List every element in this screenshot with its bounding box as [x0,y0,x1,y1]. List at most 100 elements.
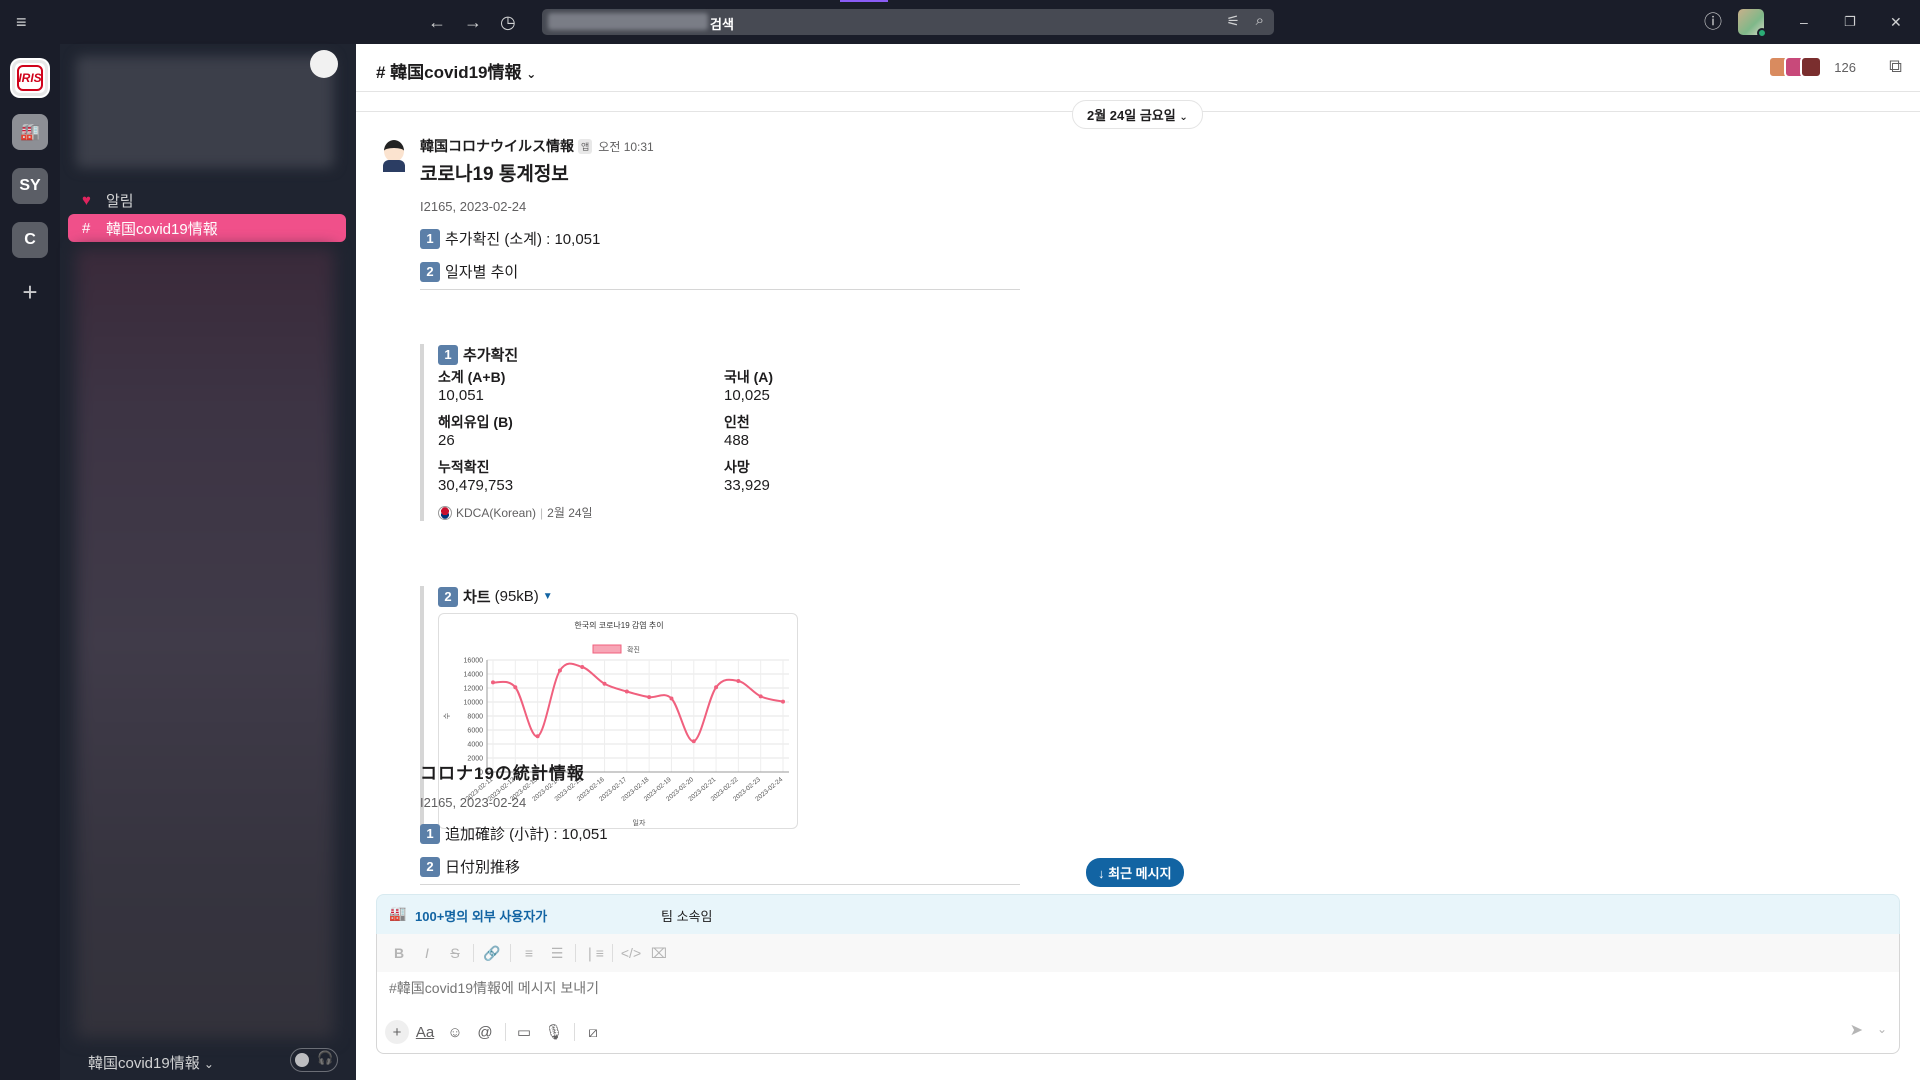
title-bar: ≡ ← → ◷ 검색 ⚟ ⌕ ⓘ – ❐ ✕ [0,0,1920,44]
mention-icon[interactable]: @ [471,1018,499,1046]
user-avatar[interactable] [1738,9,1767,38]
data-point [647,695,652,700]
microphone-icon[interactable]: 🎙 [540,1018,568,1046]
attachment-footer: KDCA(Korean) | 2월 24일 [438,504,1000,521]
data-point [736,679,741,683]
minimize-button[interactable]: – [1800,0,1808,44]
banner-text: 팀 소속임 [661,909,713,924]
message-input[interactable] [389,980,1869,996]
hamburger-icon[interactable]: ≡ [16,0,27,44]
y-tick-label: 4000 [467,742,483,749]
canvas-icon[interactable]: ⧉ [1889,56,1902,77]
data-point [781,699,785,704]
composer-actions: + Aa ☺ @ ▭ 🎙 ⧄ [385,1018,609,1046]
sidebar-item-alerts[interactable]: ♥ 알림 [68,186,346,214]
ordered-list-button[interactable]: ≡ [515,945,543,961]
jump-to-recent-button[interactable]: ↓ 최근 메시지 [1086,858,1184,887]
chart-title: 한국의 코로나19 감염 추이 [574,620,663,630]
divider [420,884,1020,885]
field-label: 소계 (A+B) [438,369,506,385]
toggle-knob [295,1053,309,1067]
data-point [602,681,607,686]
message-time[interactable]: 오전 10:31 [598,140,653,154]
code-button[interactable]: </> [617,945,645,961]
italic-button[interactable]: I [413,945,441,961]
formatting-toggle-button[interactable]: Aa [411,1018,439,1046]
search-bar[interactable]: 검색 ⚟ ⌕ [542,9,1274,35]
message-ja: コロナ19の統計情報 I2165, 2023-02-24 1 追加確診 (小計) … [420,756,1120,885]
blockquote-button[interactable]: ❘≡ [580,945,608,962]
video-icon[interactable]: ▭ [510,1018,538,1046]
field-label: 국내 (A) [724,369,774,385]
message-item-1-ja: 1 追加確診 (小計) : 10,051 [420,823,1120,844]
field-label: 누적확진 [438,459,490,475]
y-tick-label: 6000 [467,728,483,735]
add-workspace-button[interactable]: + [12,274,48,310]
restore-button[interactable]: ❐ [1844,0,1856,44]
message-meta-ja: I2165, 2023-02-24 [420,795,527,810]
sidebar-footer: 韓国covid19情報 ⌄ 🎧 [60,1044,356,1080]
message-body: 韓国コロナウイルス情報 앱 오전 10:31 코로나19 통계정보 I2165, 2… [420,136,1120,290]
workspace-header-blur [76,56,334,168]
help-icon[interactable]: ⓘ [1704,0,1722,44]
search-icon[interactable]: ⌕ [1256,12,1264,29]
code-block-button[interactable]: ⌧ [645,945,673,962]
clock-icon[interactable]: ◷ [500,0,516,44]
bullet-list-button[interactable]: ☰ [543,945,571,962]
sliders-icon[interactable]: ⚟ [1227,12,1240,30]
factory-icon: 🏭 [389,905,407,921]
sidebar-item-active-channel[interactable]: # 韓国covid19情報 [68,214,346,242]
accent-bar [840,0,888,2]
legend-label: 확진 [627,645,640,654]
huddle-toggle[interactable]: 🎧 [290,1048,338,1072]
field-value: 30,479,753 [438,477,514,494]
external-users-link[interactable]: 100+명의 외부 사용자가 [415,906,547,925]
sidebar-item-label: 알림 [106,192,134,210]
member-avatar [1800,56,1823,78]
workspace-factory[interactable]: 🏭 [12,114,48,150]
data-point [669,696,674,701]
workspace-sy[interactable]: SY [12,168,48,204]
plus-icon[interactable]: + [385,1020,409,1044]
arrow-left-icon[interactable]: ← [428,0,446,44]
y-tick-label: 12000 [464,686,484,693]
external-users-banner: 🏭 100+명의 외부 사용자가 팀 소속임 [376,894,1900,934]
data-point [691,739,696,744]
footer-channel-name[interactable]: 韓国covid19情報 ⌄ [88,1052,214,1073]
date-divider[interactable]: 2월 24일 금요일 ⌄ [1072,100,1203,129]
field-value: 10,051 [438,387,484,404]
attachment-title: 1 추가확진 [438,344,1000,365]
field-label: 인천 [724,414,750,430]
member-list-button[interactable]: 126 [1768,56,1856,78]
keycap-2-icon: 2 [438,586,458,607]
sender-name[interactable]: 韓国コロナウイルス情報 [420,138,574,154]
sidebar-item-label: 韓国covid19情報 [106,220,218,238]
shortcuts-icon[interactable]: ⧄ [579,1018,607,1046]
strike-button[interactable]: S [441,945,469,961]
formatting-toolbar: B I S 🔗 ≡ ☰ ❘≡ </> ⌧ [377,934,1899,972]
message-title-ko: 코로나19 통계정보 [420,164,569,185]
hash-icon: # [82,219,91,237]
member-count: 126 [1834,59,1856,75]
link-button[interactable]: 🔗 [478,945,506,962]
keycap-1-icon: 1 [420,228,440,249]
arrow-right-icon[interactable]: → [464,0,482,44]
korea-flag-icon [438,505,452,520]
workspace-iris[interactable]: IRIS [12,60,48,96]
close-button[interactable]: ✕ [1890,0,1902,44]
data-point [580,665,585,669]
bold-button[interactable]: B [385,945,413,961]
source-name[interactable]: KDCA(Korean) [456,506,536,520]
y-tick-label: 14000 [464,672,484,679]
bot-avatar[interactable] [376,136,412,172]
send-icon[interactable]: ➤ [1850,1020,1863,1040]
compose-button[interactable] [310,50,338,78]
emoji-icon[interactable]: ☺ [441,1018,469,1046]
chart-attachment-title[interactable]: 2 차트 (95kB) ▼ [438,586,780,607]
message-item-2-ja: 2 日付別推移 [420,856,1120,877]
y-tick-label: 8000 [467,714,483,721]
caret-down-icon[interactable]: ▼ [543,591,553,602]
chevron-down-icon[interactable]: ⌄ [1877,1022,1887,1036]
channel-title[interactable]: # 韓国covid19情報 ⌄ [376,58,536,83]
workspace-c[interactable]: C [12,222,48,258]
